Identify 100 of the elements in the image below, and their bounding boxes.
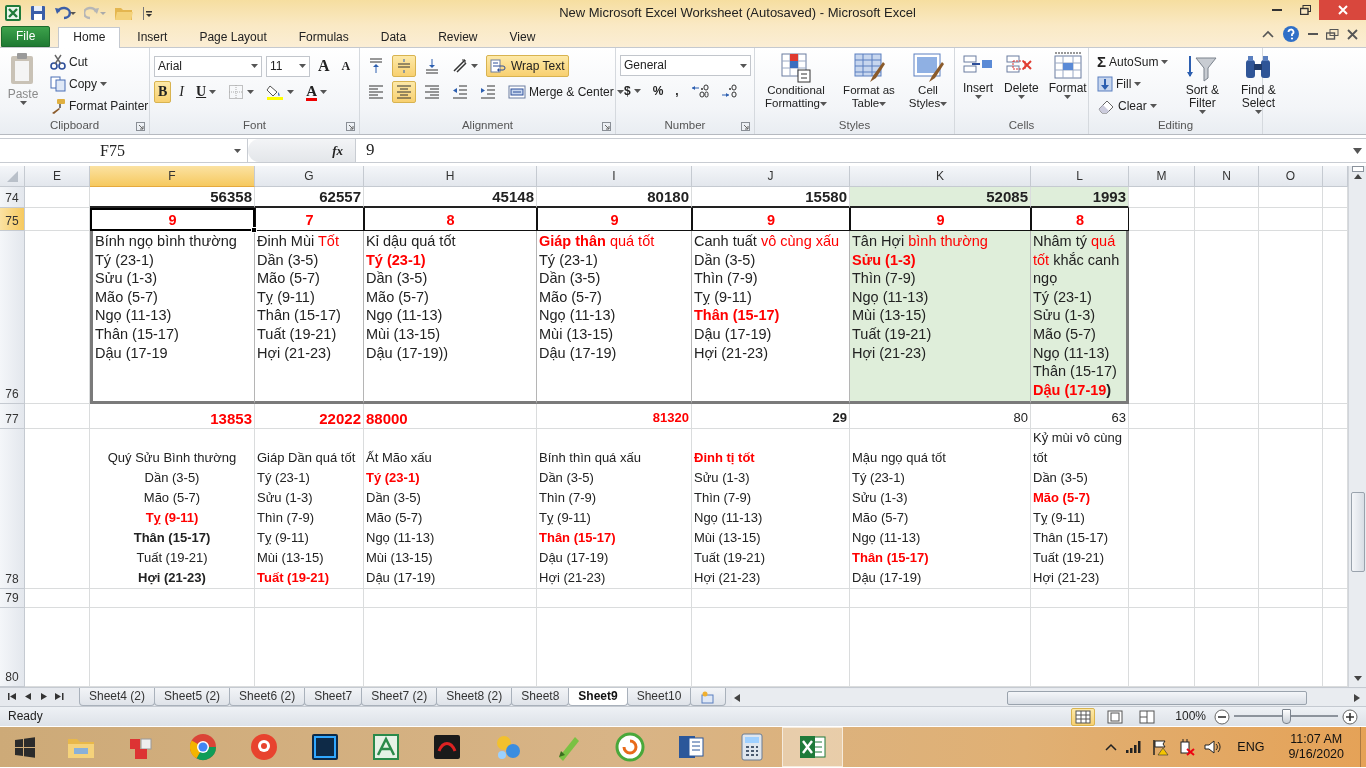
scroll-thumb[interactable] [1007,690,1308,705]
row-header[interactable]: 78 [0,429,25,589]
empty-cell[interactable] [1195,231,1259,404]
grow-font-button[interactable]: A [314,55,334,77]
clear-button[interactable]: Clear [1093,95,1173,117]
sheet-tab[interactable]: Sheet8 (2) [436,688,513,706]
bold-button[interactable]: B [154,81,172,103]
row-header[interactable]: 77 [0,404,25,429]
row-header[interactable]: 80 [0,608,25,687]
empty-cell[interactable] [90,589,255,608]
find-select-button[interactable]: Find & Select [1232,51,1285,117]
empty-cell[interactable] [692,589,850,608]
horizontal-align-button[interactable] [392,81,416,103]
shrink-font-button[interactable]: A [337,55,355,77]
zoom-level[interactable]: 100% [1175,709,1206,724]
percent-button[interactable]: % [648,80,668,102]
ribbon-tab[interactable]: Home [58,26,121,48]
file-tab[interactable]: File [1,25,51,47]
sheet-tab[interactable]: Sheet4 (2) [79,688,156,706]
column-header[interactable]: G [255,166,364,187]
column-header[interactable]: J [692,166,850,187]
font-name-field[interactable]: Arial [154,55,262,77]
empty-cell[interactable] [1259,187,1323,208]
empty-cell[interactable] [1129,589,1195,608]
name-box[interactable]: F75 [0,139,248,162]
empty-cell[interactable] [1195,208,1259,231]
format-as-table-button[interactable]: Format as Table [837,51,901,117]
empty-cell[interactable] [1129,231,1195,404]
row-header[interactable]: 74 [0,187,25,208]
sheet-tab[interactable]: Sheet7 (2) [361,688,438,706]
conditional-formatting-button[interactable]: Conditional Formatting [759,51,833,117]
fill-handle[interactable] [251,227,257,233]
ribbon-tab[interactable]: Data [365,26,422,47]
empty-cell[interactable] [25,429,90,589]
select-all-button[interactable] [0,166,25,187]
fill-button[interactable]: Fill [1093,73,1173,95]
font-size-field[interactable]: 11 [266,55,310,77]
ribbon-tab[interactable]: Formulas [283,26,364,47]
format-button[interactable]: Format [1045,51,1090,117]
empty-cell[interactable] [1259,429,1323,589]
new-sheet-button[interactable] [690,688,727,706]
empty-cell[interactable] [1259,231,1323,404]
column-header[interactable]: N [1195,166,1259,187]
empty-cell[interactable] [364,589,537,608]
close-button[interactable] [1319,0,1366,20]
underline-button[interactable]: U [192,81,221,103]
column-header[interactable]: O [1259,166,1323,187]
clock-time[interactable]: 11:07 AM [1290,732,1343,747]
currency-button[interactable]: $ [620,80,645,102]
column-header[interactable]: K [850,166,1031,187]
column-header[interactable]: H [364,166,537,187]
column-header[interactable]: F [90,166,255,187]
vertical-align-button[interactable] [392,55,416,77]
empty-cell[interactable] [1129,404,1195,429]
empty-cell[interactable] [25,231,90,404]
sheet-tab[interactable]: Sheet10 [626,688,692,706]
sort-filter-button[interactable]: Sort & Filter [1176,51,1229,117]
empty-cell[interactable] [1129,208,1195,231]
sheet-tab[interactable]: Sheet9 [568,688,628,706]
empty-cell[interactable] [850,589,1031,608]
column-header[interactable]: L [1031,166,1129,187]
italic-button[interactable]: I [175,81,188,103]
slider-thumb[interactable] [1282,709,1291,724]
empty-cell[interactable] [1259,404,1323,429]
empty-cell[interactable] [1195,589,1259,608]
ribbon-tab[interactable]: View [494,26,551,47]
row-header[interactable]: 75 [0,208,25,231]
sheet-tab[interactable]: Sheet5 (2) [154,688,231,706]
insert-button[interactable]: Insert [959,51,997,117]
empty-cell[interactable] [537,589,692,608]
sheet-tab[interactable]: Sheet6 (2) [229,688,306,706]
ribbon-tab[interactable]: Page Layout [184,26,282,47]
autosum-button[interactable]: Σ AutoSum [1093,51,1173,73]
vertical-scrollbar[interactable] [1348,166,1366,687]
ribbon-tab[interactable]: Insert [122,26,183,47]
empty-cell[interactable] [1129,429,1195,589]
formula-input[interactable]: 9 [356,139,1348,162]
font-color-button[interactable]: A [302,81,331,103]
empty-cell[interactable] [1031,589,1129,608]
taskbar-app[interactable] [782,727,843,767]
empty-cell[interactable] [1259,589,1323,608]
scroll-thumb[interactable] [1350,492,1365,572]
normal-view-button[interactable] [1071,707,1096,726]
language-indicator[interactable]: ENG [1237,739,1265,755]
cut-button[interactable]: Cut [46,51,153,73]
format-painter-button[interactable]: Format Painter [46,95,153,117]
column-header[interactable]: I [537,166,692,187]
row-header[interactable]: 79 [0,589,25,608]
empty-cell[interactable] [1259,208,1323,231]
insert-function-button[interactable]: fx [248,139,356,162]
clock-date[interactable]: 9/16/2020 [1288,747,1344,762]
empty-cell[interactable] [1195,429,1259,589]
empty-cell[interactable] [1195,187,1259,208]
cell-styles-button[interactable]: Cell Styles [905,51,951,117]
column-header[interactable]: M [1129,166,1195,187]
number-format-field[interactable]: General [620,55,751,76]
empty-cell[interactable] [1195,404,1259,429]
comma-button[interactable]: , [671,80,683,102]
column-header[interactable]: E [25,166,90,187]
row-header[interactable]: 76 [0,231,25,404]
